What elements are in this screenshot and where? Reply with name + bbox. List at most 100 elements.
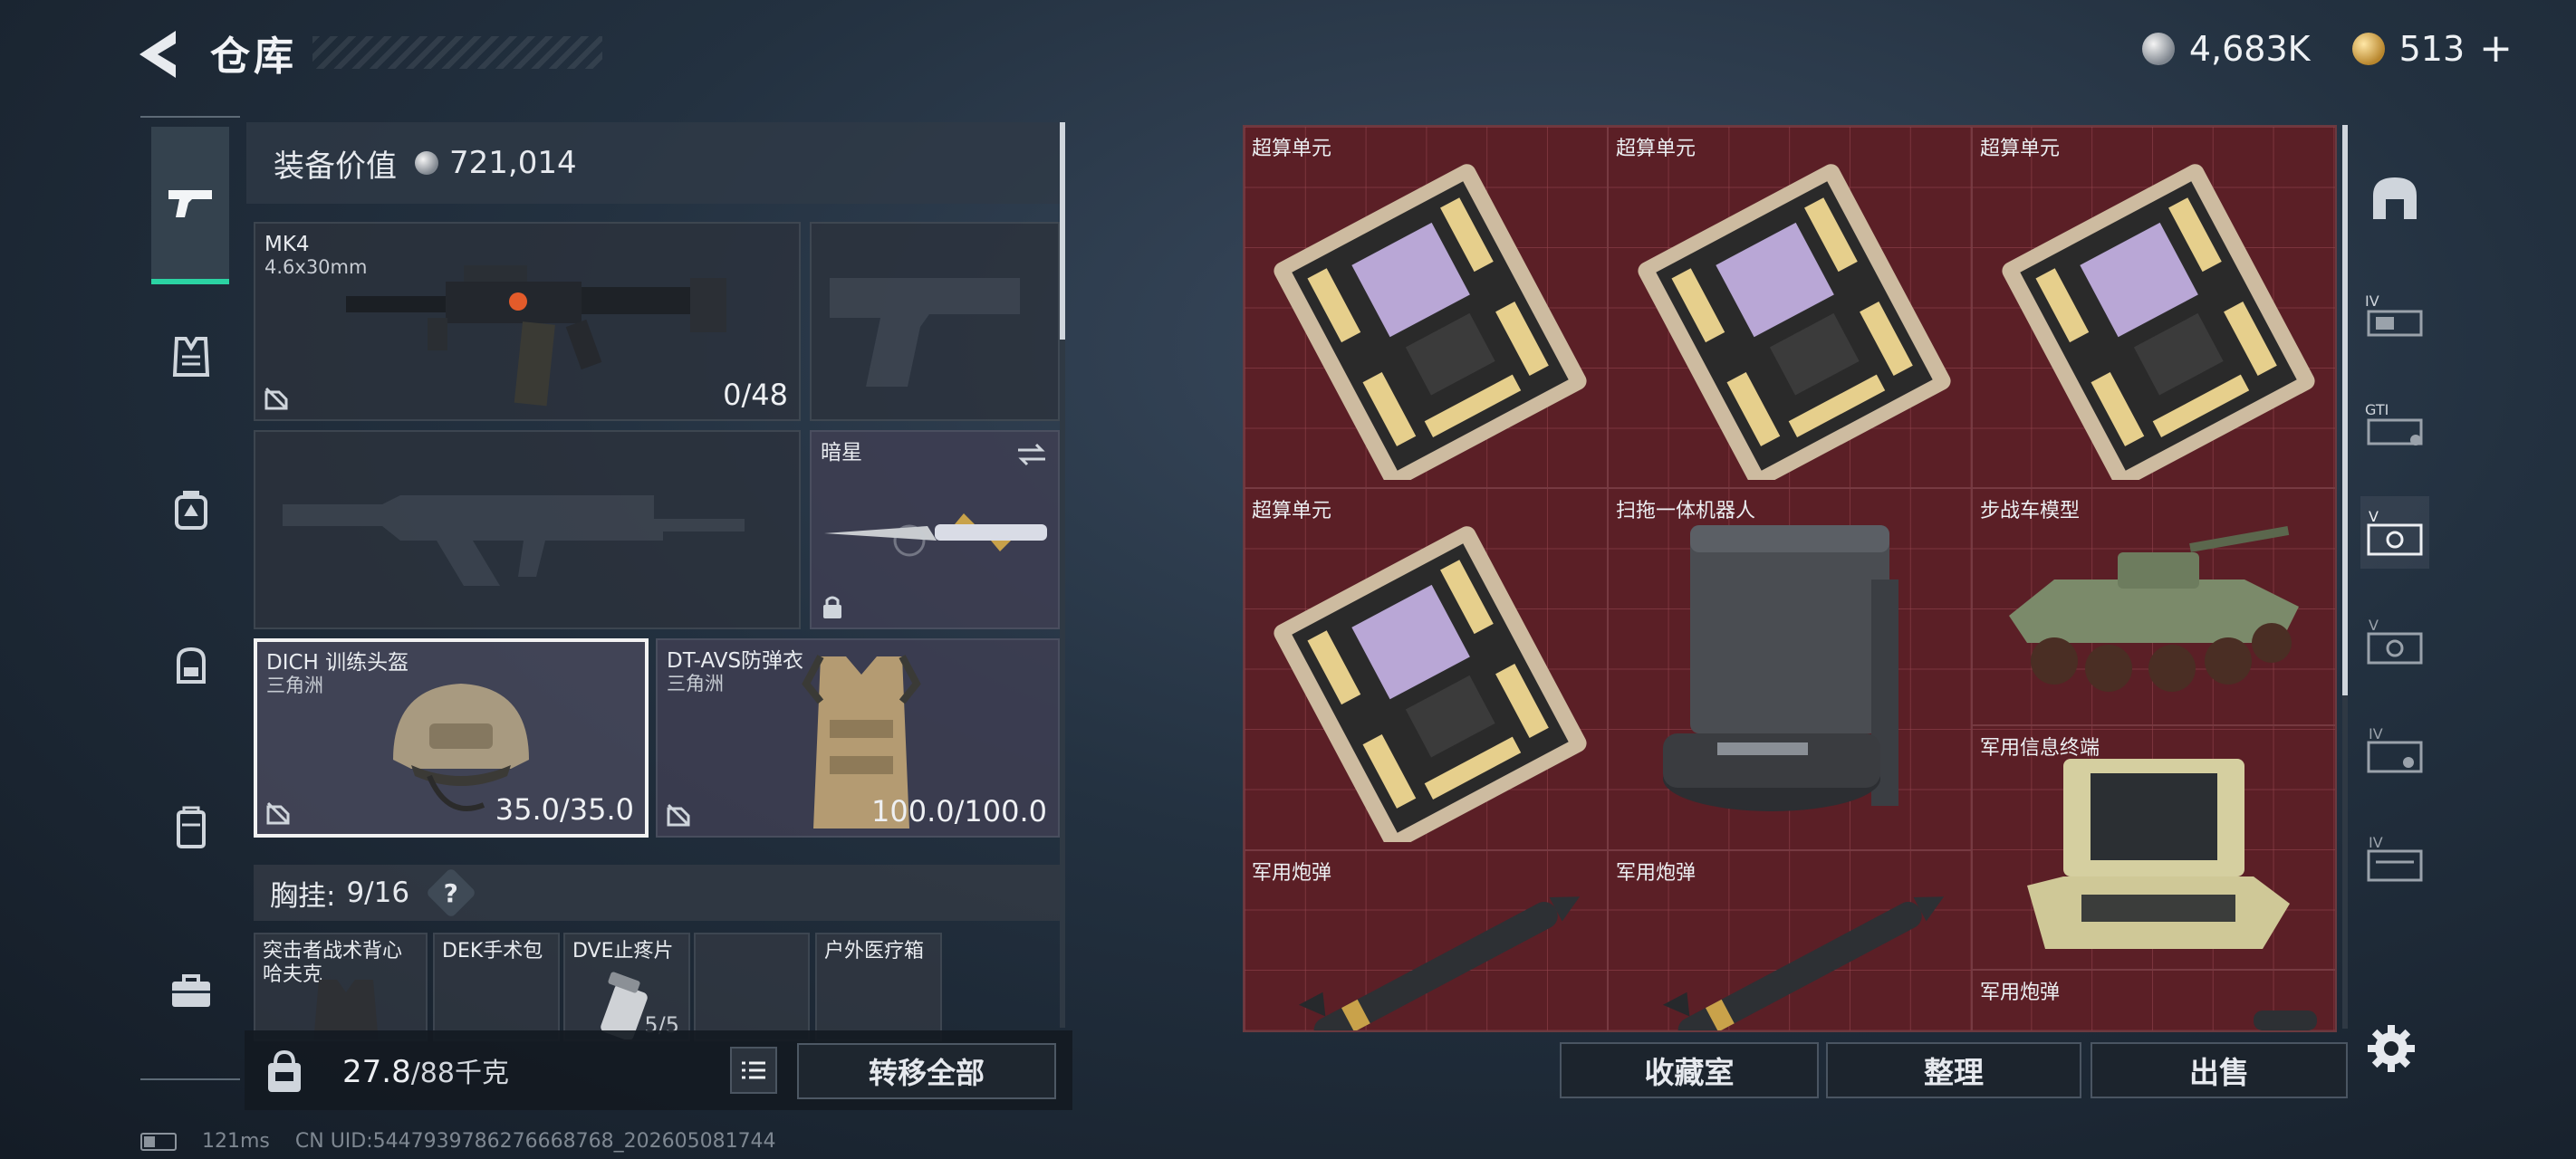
- user-uid: CN UID:5447939786276668768_202605081744: [294, 1130, 776, 1153]
- arch-icon: [2373, 177, 2417, 219]
- gear-icon: [2368, 1025, 2415, 1072]
- storage-item[interactable]: 扫拖一体机器人: [1609, 489, 1971, 849]
- knife-image: [824, 513, 1047, 557]
- helmet-slot[interactable]: DICH 训练头盔 三角洲 35.0/35.0: [254, 638, 649, 838]
- chest-rig-capacity: 9/16: [346, 876, 410, 909]
- artillery-shell-image: [1298, 896, 1581, 1030]
- loadout-panel: 装备价值 721,014 MK4 4.6x30mm 0/48 暗星 DICH 训…: [246, 122, 1071, 1041]
- storage-item[interactable]: 超算单元: [1973, 127, 2335, 487]
- rig-icon: IV: [2365, 292, 2423, 337]
- insured-icon: [264, 387, 288, 410]
- silver-coin-icon: [415, 151, 438, 175]
- secondary-weapon-slot[interactable]: [254, 430, 801, 629]
- add-currency-button[interactable]: +: [2479, 25, 2513, 72]
- nav-item-vest[interactable]: [149, 315, 233, 398]
- silver-coin-icon: [2141, 32, 2175, 65]
- currency-secondary-value: 513: [2398, 28, 2465, 69]
- storage-item[interactable]: 超算单元: [1245, 489, 1607, 849]
- nav-item-backpack[interactable]: [149, 623, 233, 706]
- storage-item[interactable]: 军用信息终端: [1973, 726, 2335, 969]
- storage-item[interactable]: 超算单元: [1245, 127, 1607, 487]
- rig-item-slot[interactable]: DVE止疼片 5/5: [563, 933, 690, 1041]
- rig-item-slot[interactable]: [694, 933, 810, 1041]
- sell-button[interactable]: 出售: [2091, 1042, 2348, 1098]
- armor-slot[interactable]: DT-AVS防弹衣 三角洲 100.0/100.0: [656, 638, 1060, 838]
- storage-category-nav: IV GTI V V IV IV: [2353, 125, 2435, 1030]
- circuit-board-image: [1274, 526, 1587, 842]
- list-view-button[interactable]: [730, 1047, 777, 1094]
- back-button[interactable]: [136, 27, 187, 81]
- circuit-board-image: [1274, 164, 1587, 480]
- scroll-thumb[interactable]: [1060, 122, 1065, 340]
- title-decoration: [312, 36, 602, 69]
- help-button[interactable]: ?: [425, 867, 477, 919]
- helmet-map: 三角洲: [266, 675, 323, 696]
- gti-icon: GTI: [2365, 401, 2423, 445]
- item-name: 军用炮弹: [1980, 982, 2061, 1004]
- svg-text:IV: IV: [2365, 292, 2379, 310]
- rig-item-slot[interactable]: 户外医疗箱: [815, 933, 942, 1041]
- svg-text:IV: IV: [2369, 834, 2383, 851]
- weight-bar: 27.8/88千克 转移全部: [245, 1030, 1072, 1110]
- sidearm-slot[interactable]: [810, 222, 1060, 421]
- nav-divider: [140, 116, 240, 118]
- svg-text:IV: IV: [2369, 725, 2383, 742]
- storage-item[interactable]: 军用炮弹: [1245, 851, 1607, 1030]
- equipment-value-bar: 装备价值 721,014: [246, 122, 1062, 204]
- circuit-board-image: [2002, 164, 2315, 480]
- nav-divider: [140, 1078, 240, 1080]
- rifle-image: [346, 265, 726, 407]
- storage-item[interactable]: 超算单元: [1609, 127, 1971, 487]
- melee-slot[interactable]: 暗星: [810, 430, 1060, 629]
- storage-item[interactable]: 军用炮弹: [1973, 971, 2335, 1030]
- nav-item-weapons[interactable]: [151, 127, 229, 284]
- chest-rig-bar: 胸挂: 9/16 ?: [254, 865, 1060, 921]
- rig-item-slot[interactable]: DEK手术包: [433, 933, 560, 1041]
- weight-max: /88千克: [410, 1058, 509, 1089]
- primary-weapon-slot[interactable]: MK4 4.6x30mm 0/48: [254, 222, 801, 421]
- category-gti[interactable]: GTI: [2360, 388, 2429, 460]
- artillery-shell-image: [2254, 1011, 2317, 1030]
- swap-icon[interactable]: [1014, 441, 1049, 468]
- weight-icon: [268, 1049, 301, 1092]
- loadout-scrollbar[interactable]: [1060, 122, 1065, 1028]
- storage-item[interactable]: 军用炮弹: [1609, 851, 1971, 1030]
- equipment-value: 721,014: [449, 145, 577, 181]
- scroll-thumb[interactable]: [2342, 125, 2348, 695]
- rifle-silhouette: [283, 495, 745, 586]
- case-icon: IV: [2367, 725, 2423, 773]
- currency-bar: 4,683K 513 +: [2141, 25, 2513, 72]
- nav-item-case[interactable]: [149, 786, 233, 869]
- lock-icon: [823, 596, 841, 618]
- rig-item-name: 户外医疗箱: [824, 940, 925, 963]
- weapon-name: MK4: [264, 233, 310, 256]
- svg-text:V: V: [2369, 508, 2379, 525]
- category-tier-iv[interactable]: IV: [2360, 279, 2429, 351]
- category-tier-iv[interactable]: IV: [2360, 714, 2429, 786]
- collection-room-button[interactable]: 收藏室: [1560, 1042, 1819, 1098]
- storage-scrollbar[interactable]: [2342, 125, 2348, 1029]
- nav-item-helmet[interactable]: [149, 469, 233, 552]
- back-arrow-icon: [139, 31, 176, 78]
- case-icon: [177, 806, 206, 848]
- storage-grid: 超算单元 超算单元 超算单元 超算单元 扫拖一体机器人 步战车模型 军用信息终端…: [1243, 125, 2337, 1032]
- category-tier-iv[interactable]: IV: [2360, 822, 2429, 895]
- sort-button[interactable]: 整理: [1826, 1042, 2081, 1098]
- chest-rig-label: 胸挂:: [270, 879, 336, 913]
- battery-icon: [140, 1132, 177, 1151]
- robot-vacuum-image: [1663, 525, 1898, 811]
- category-all[interactable]: [2360, 161, 2429, 234]
- transfer-all-button[interactable]: 转移全部: [797, 1043, 1056, 1099]
- category-tier-v-selected[interactable]: V: [2360, 496, 2429, 569]
- storage-item[interactable]: 步战车模型: [1973, 489, 2335, 723]
- insured-icon: [667, 803, 690, 827]
- nav-item-toolbox[interactable]: [149, 949, 233, 1032]
- settings-button[interactable]: [2364, 1021, 2418, 1076]
- helmet-durability: 35.0/35.0: [495, 792, 634, 827]
- backpack-icon: [177, 647, 206, 684]
- artillery-shell-image: [1662, 896, 1945, 1030]
- category-tier-v[interactable]: V: [2360, 605, 2429, 677]
- rig-item-slot[interactable]: 突击者战术背心 哈夫克: [254, 933, 428, 1041]
- circuit-board-image: [1638, 164, 1951, 480]
- vest-icon: [172, 337, 210, 377]
